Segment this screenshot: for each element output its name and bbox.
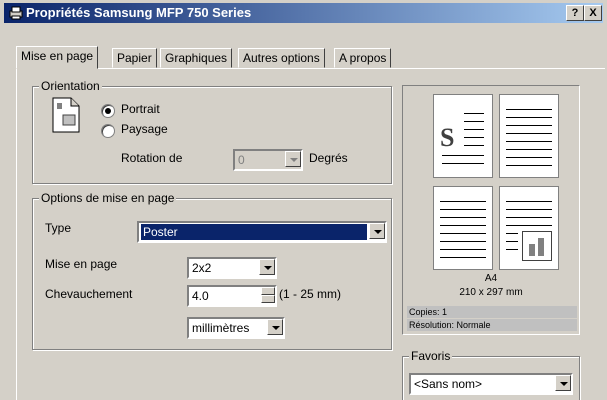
samsung-logo: S bbox=[440, 123, 455, 152]
favorites-value: <Sans nom> bbox=[414, 377, 483, 391]
printer-icon bbox=[9, 6, 23, 20]
layout-options-group: Options de mise en page Type Poster Mise… bbox=[32, 191, 392, 350]
rotation-value: 0 bbox=[238, 153, 245, 167]
preview-page-4 bbox=[499, 186, 559, 270]
properties-dialog: Propriétés Samsung MFP 750 Series ? X Mi… bbox=[0, 0, 607, 400]
overlap-spinner[interactable] bbox=[261, 287, 275, 303]
tab-mise-en-page[interactable]: Mise en page bbox=[16, 46, 99, 69]
layout-options-label: Options de mise en page bbox=[39, 191, 177, 205]
spin-down-button[interactable] bbox=[261, 295, 275, 303]
rotation-unit: Degrés bbox=[309, 151, 348, 165]
chevron-down-icon bbox=[285, 151, 301, 167]
chart-graphic-icon bbox=[522, 231, 552, 261]
type-select[interactable]: Poster bbox=[137, 221, 387, 243]
resolution-info: Résolution: Normale bbox=[407, 319, 577, 331]
tab-graphiques[interactable]: Graphiques bbox=[160, 48, 233, 68]
overlap-range: (1 - 25 mm) bbox=[279, 287, 342, 301]
portrait-radio[interactable] bbox=[101, 104, 115, 118]
overlap-label: Chevauchement bbox=[45, 287, 133, 301]
paper-name: A4 bbox=[484, 273, 498, 284]
portrait-page-icon bbox=[52, 97, 80, 133]
favorites-select[interactable]: <Sans nom> bbox=[409, 373, 573, 395]
landscape-label: Paysage bbox=[121, 122, 168, 136]
page-preview: S A4 210 x 297 mm Copies: 1 Résolution: … bbox=[402, 85, 580, 335]
window-title: Propriétés Samsung MFP 750 Series bbox=[26, 5, 252, 20]
overlap-input[interactable]: 4.0 bbox=[187, 285, 277, 307]
layout-label: Mise en page bbox=[45, 257, 118, 271]
layout-select[interactable]: 2x2 bbox=[187, 257, 277, 279]
close-button[interactable]: X bbox=[584, 5, 602, 21]
title-bar: Propriétés Samsung MFP 750 Series ? X bbox=[4, 3, 603, 23]
type-label: Type bbox=[45, 221, 72, 235]
portrait-label: Portrait bbox=[121, 102, 160, 116]
orientation-label: Orientation bbox=[39, 79, 102, 93]
unit-select[interactable]: millimètres bbox=[187, 317, 285, 339]
favorites-label: Favoris bbox=[409, 349, 453, 363]
spin-up-button[interactable] bbox=[261, 287, 275, 295]
rotation-label: Rotation de bbox=[121, 151, 183, 165]
tab-a-propos[interactable]: A propos bbox=[334, 48, 392, 68]
unit-value: millimètres bbox=[192, 321, 250, 335]
layout-value: 2x2 bbox=[192, 261, 212, 275]
tab-papier[interactable]: Papier bbox=[112, 48, 157, 68]
paper-size: 210 x 297 mm bbox=[459, 287, 523, 298]
chevron-down-icon bbox=[369, 223, 385, 239]
chevron-down-icon bbox=[259, 259, 275, 275]
tab-autres-options[interactable]: Autres options bbox=[238, 48, 325, 68]
preview-page-1: S bbox=[433, 94, 493, 178]
chevron-down-icon bbox=[555, 375, 571, 391]
help-button[interactable]: ? bbox=[566, 5, 584, 21]
copies-info: Copies: 1 bbox=[407, 306, 577, 318]
type-value: Poster bbox=[141, 224, 367, 240]
overlap-value: 4.0 bbox=[192, 289, 209, 303]
preview-page-2 bbox=[499, 94, 559, 178]
favorites-group: Favoris <Sans nom> bbox=[402, 349, 580, 400]
orientation-group: Orientation Portrait Paysage Rotation de… bbox=[32, 79, 392, 184]
preview-page-3 bbox=[433, 186, 493, 270]
landscape-radio[interactable] bbox=[101, 124, 115, 138]
chevron-down-icon bbox=[267, 319, 283, 335]
rotation-select[interactable]: 0 bbox=[233, 149, 303, 171]
